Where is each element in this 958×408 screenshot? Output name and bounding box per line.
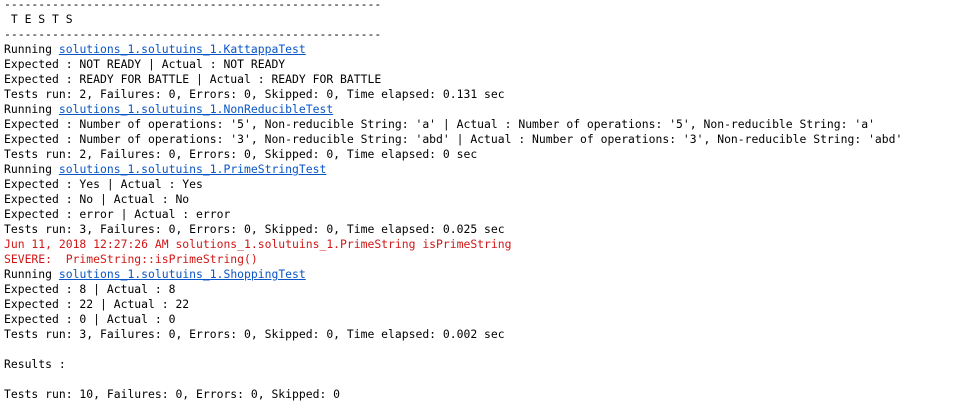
console-line: SEVERE: PrimeString::isPrimeString() bbox=[4, 252, 954, 267]
console-text: Tests run: 2, Failures: 0, Errors: 0, Sk… bbox=[4, 87, 505, 101]
error-log-text: Jun 11, 2018 12:27:26 AM solutions_1.sol… bbox=[4, 237, 512, 251]
console-line: Expected : NOT READY | Actual : NOT READ… bbox=[4, 57, 954, 72]
console-text: T E S T S bbox=[4, 12, 73, 26]
test-class-link[interactable]: solutions_1.solutuins_1.ShoppingTest bbox=[59, 267, 306, 281]
console-text: Expected : error | Actual : error bbox=[4, 207, 231, 221]
console-line: Tests run: 3, Failures: 0, Errors: 0, Sk… bbox=[4, 222, 954, 237]
console-line: Expected : Number of operations: '3', No… bbox=[4, 132, 954, 147]
console-line: Expected : READY FOR BATTLE | Actual : R… bbox=[4, 72, 954, 87]
console-line: Running solutions_1.solutuins_1.Shopping… bbox=[4, 267, 954, 282]
console-text: Results : bbox=[4, 357, 66, 371]
console-line: T E S T S bbox=[4, 12, 954, 27]
test-class-link[interactable]: solutions_1.solutuins_1.PrimeStringTest bbox=[59, 162, 326, 176]
console-text: Tests run: 2, Failures: 0, Errors: 0, Sk… bbox=[4, 147, 478, 161]
console-line: Tests run: 2, Failures: 0, Errors: 0, Sk… bbox=[4, 147, 954, 162]
console-text: Expected : 0 | Actual : 0 bbox=[4, 312, 176, 326]
running-label: Running bbox=[4, 267, 59, 281]
running-label: Running bbox=[4, 102, 59, 116]
console-text: Tests run: 10, Failures: 0, Errors: 0, S… bbox=[4, 387, 341, 401]
console-text: Expected : 8 | Actual : 8 bbox=[4, 282, 176, 296]
console-line: Expected : Yes | Actual : Yes bbox=[4, 177, 954, 192]
error-log-text: SEVERE: PrimeString::isPrimeString() bbox=[4, 252, 258, 266]
console-text: ----------------------------------------… bbox=[4, 27, 382, 41]
console-text: Expected : Yes | Actual : Yes bbox=[4, 177, 203, 191]
console-text: Expected : READY FOR BATTLE | Actual : R… bbox=[4, 72, 382, 86]
console-text: Expected : Number of operations: '5', No… bbox=[4, 117, 875, 131]
console-line: ----------------------------------------… bbox=[4, 0, 954, 12]
console-line: ----------------------------------------… bbox=[4, 27, 954, 42]
running-label: Running bbox=[4, 42, 59, 56]
console-line: Tests run: 10, Failures: 0, Errors: 0, S… bbox=[4, 387, 954, 402]
console-line: Expected : 8 | Actual : 8 bbox=[4, 282, 954, 297]
console-line: Expected : Number of operations: '5', No… bbox=[4, 117, 954, 132]
console-text: ----------------------------------------… bbox=[4, 0, 382, 11]
console-output: ----------------------------------------… bbox=[4, 0, 954, 408]
console-text: Expected : Number of operations: '3', No… bbox=[4, 132, 903, 146]
running-label: Running bbox=[4, 162, 59, 176]
console-line: Expected : 0 | Actual : 0 bbox=[4, 312, 954, 327]
console-line: Expected : 22 | Actual : 22 bbox=[4, 297, 954, 312]
console-text: Expected : No | Actual : No bbox=[4, 192, 190, 206]
console-text: Tests run: 3, Failures: 0, Errors: 0, Sk… bbox=[4, 327, 505, 341]
console-text: Tests run: 3, Failures: 0, Errors: 0, Sk… bbox=[4, 222, 505, 236]
console-line: Running solutions_1.solutuins_1.NonReduc… bbox=[4, 102, 954, 117]
test-class-link[interactable]: solutions_1.solutuins_1.NonReducibleTest bbox=[59, 102, 333, 116]
console-line: Running solutions_1.solutuins_1.PrimeStr… bbox=[4, 162, 954, 177]
console-text: Expected : 22 | Actual : 22 bbox=[4, 297, 190, 311]
console-line: Jun 11, 2018 12:27:26 AM solutions_1.sol… bbox=[4, 237, 954, 252]
console-line: Expected : No | Actual : No bbox=[4, 192, 954, 207]
console-line: Results : bbox=[4, 357, 954, 372]
console-line: Tests run: 2, Failures: 0, Errors: 0, Sk… bbox=[4, 87, 954, 102]
test-class-link[interactable]: solutions_1.solutuins_1.KattappaTest bbox=[59, 42, 306, 56]
console-text: Expected : NOT READY | Actual : NOT READ… bbox=[4, 57, 286, 71]
console-line: Running solutions_1.solutuins_1.Kattappa… bbox=[4, 42, 954, 57]
console-line: Tests run: 3, Failures: 0, Errors: 0, Sk… bbox=[4, 327, 954, 342]
console-line: Expected : error | Actual : error bbox=[4, 207, 954, 222]
